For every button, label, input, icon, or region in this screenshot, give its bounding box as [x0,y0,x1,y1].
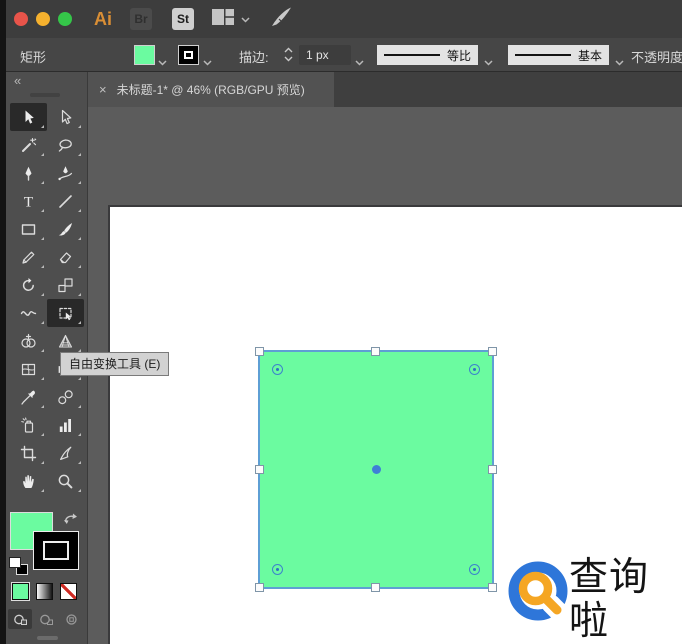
shape-center-point[interactable] [372,465,381,474]
rectangle-tool[interactable] [10,215,47,243]
rotate-tool[interactable] [10,271,47,299]
none-mode-button[interactable] [60,583,77,600]
curvature-tool[interactable] [47,159,84,187]
illustrator-logo: Ai [94,9,112,30]
illustrator-window: Ai Br St 矩形 描边: 1 px [0,0,682,644]
menu-bar: Ai Br St [6,0,682,38]
blend-tool[interactable] [47,383,84,411]
brush-line-preview [515,54,571,56]
resize-handle-middle-right[interactable] [488,465,497,474]
shape-builder-tool[interactable] [10,327,47,355]
selection-type-label: 矩形 [20,47,46,66]
tool-tooltip: 自由变换工具 (E) [60,352,169,376]
mesh-tool[interactable] [10,355,47,383]
color-mode-button[interactable] [12,583,29,600]
resize-handle-top-right[interactable] [488,347,497,356]
resize-handle-top-middle[interactable] [371,347,380,356]
stroke-weight-input[interactable]: 1 px [299,45,351,65]
stroke-weight-chevron-icon[interactable] [355,53,364,71]
paintbrush-tool[interactable] [47,215,84,243]
resize-handle-bottom-middle[interactable] [371,583,380,592]
close-button[interactable] [14,12,28,26]
stroke-weight-label: 描边: [239,47,269,66]
magic-wand-tool[interactable] [10,131,47,159]
panel-grip[interactable] [30,93,60,97]
toolbar-tools: T [10,103,84,495]
direct-selection-tool[interactable] [47,103,84,131]
stroke-indicator-swatch[interactable] [33,531,79,570]
document-tab-bar: × 未标题-1* @ 46% (RGB/GPU 预览) [88,72,682,107]
draw-inside-mode-button[interactable] [59,609,83,629]
stock-button[interactable]: St [172,8,194,30]
chevron-down-icon [241,10,250,28]
share-icon[interactable] [270,6,293,33]
stroke-indicator-inner [43,541,69,560]
workspace-switcher[interactable] [212,9,250,30]
symbol-sprayer-tool[interactable] [10,411,47,439]
hand-tool[interactable] [10,467,47,495]
workspace-icon [212,9,234,30]
chaxunla-logo-icon [505,556,571,644]
selected-rectangle[interactable] [258,350,494,589]
watermark-title: 查询啦 [569,556,682,644]
resize-handle-top-left[interactable] [255,347,264,356]
type-tool[interactable]: T [10,187,47,215]
corner-radius-widget-bottom-right[interactable] [469,564,480,575]
line-segment-tool[interactable] [47,187,84,215]
resize-handle-middle-left[interactable] [255,465,264,474]
fill-dropdown-chevron-icon[interactable] [158,53,167,71]
profile-line-preview [384,54,440,56]
window-edge [0,0,6,644]
width-profile-value: 等比 [447,47,471,64]
selection-tool[interactable] [10,103,47,131]
stroke-weight-stepper[interactable] [283,46,294,68]
brush-definition-select[interactable]: 基本 [508,45,609,65]
bridge-button[interactable]: Br [130,8,152,30]
zoom-button[interactable] [58,12,72,26]
lasso-tool[interactable] [47,131,84,159]
eyedropper-tool[interactable] [10,383,47,411]
corner-radius-widget-top-right[interactable] [469,364,480,375]
corner-radius-widget-bottom-left[interactable] [272,564,283,575]
resize-handle-bottom-left[interactable] [255,583,264,592]
tab-close-icon[interactable]: × [99,82,107,97]
column-graph-tool[interactable] [47,411,84,439]
control-bar: 矩形 描边: 1 px 等比 基本 不透明度 [6,38,682,72]
brush-definition-value: 基本 [578,47,602,64]
resize-handle-bottom-right[interactable] [488,583,497,592]
stroke-dropdown-chevron-icon[interactable] [203,53,212,71]
document-tab[interactable]: × 未标题-1* @ 46% (RGB/GPU 预览) [88,72,334,107]
swap-fill-stroke-icon[interactable] [63,512,78,530]
brush-definition-chevron-icon[interactable] [615,53,624,71]
width-tool[interactable] [10,299,47,327]
free-transform-tool[interactable] [47,299,84,327]
watermark: 查询啦 chaxunla.com [505,556,682,644]
tab-title: 未标题-1* @ 46% (RGB/GPU 预览) [117,81,305,98]
collapse-panel-button[interactable]: « [14,73,21,88]
width-profile-chevron-icon[interactable] [484,53,493,71]
panel-resize-handle[interactable] [37,636,58,640]
pen-tool[interactable] [10,159,47,187]
mini-fill-swatch [9,557,21,568]
opacity-label[interactable]: 不透明度 [631,47,682,66]
fill-color-swatch[interactable] [134,45,155,65]
draw-normal-mode-button[interactable] [8,609,32,629]
stroke-indicator [184,51,193,59]
traffic-lights [14,12,72,26]
draw-behind-mode-button[interactable] [34,609,58,629]
perspective-grid-tool[interactable] [47,327,84,355]
corner-radius-widget-top-left[interactable] [272,364,283,375]
eraser-tool[interactable] [47,243,84,271]
svg-text:T: T [24,194,33,210]
scale-tool[interactable] [47,271,84,299]
pencil-tool[interactable] [10,243,47,271]
width-profile-select[interactable]: 等比 [377,45,478,65]
default-fill-stroke-icon[interactable] [9,557,28,575]
minimize-button[interactable] [36,12,50,26]
gradient-mode-button[interactable] [36,583,53,600]
zoom-tool-tool[interactable] [47,467,84,495]
stroke-color-swatch[interactable] [178,45,199,65]
slice-tool[interactable] [47,439,84,467]
artboard-tool[interactable] [10,439,47,467]
